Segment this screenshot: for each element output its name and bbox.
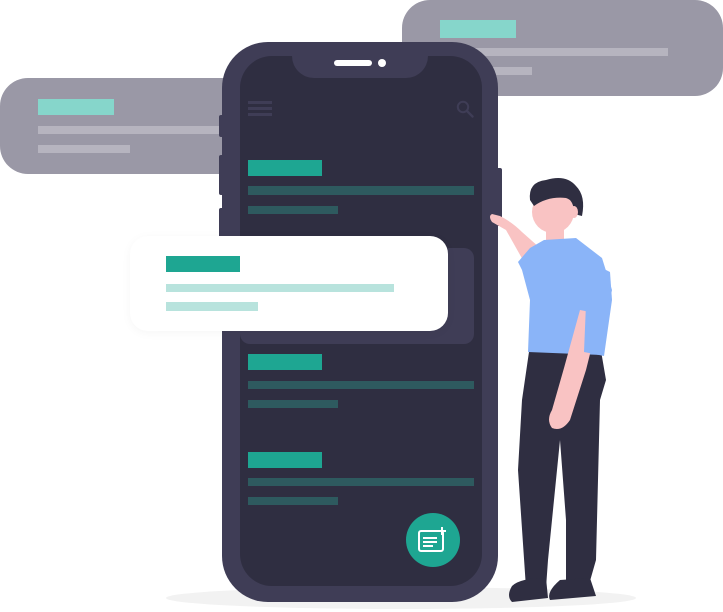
- list-item-line: [248, 186, 474, 195]
- list-item[interactable]: [248, 452, 474, 512]
- person-shoe: [509, 578, 548, 602]
- selected-list-card[interactable]: [130, 236, 448, 331]
- person-shoe: [549, 578, 596, 600]
- hamburger-menu-icon[interactable]: [248, 101, 272, 119]
- card-title-bar: [38, 99, 114, 115]
- card-line: [166, 284, 394, 292]
- list-item[interactable]: [248, 354, 474, 414]
- add-note-icon: [418, 527, 446, 552]
- card-line-short: [38, 145, 130, 153]
- person-illustration: [490, 178, 612, 602]
- list-item-line-short: [248, 400, 338, 408]
- phone-notch: [292, 44, 428, 78]
- speaker-grille: [334, 60, 372, 66]
- card-title-bar: [166, 256, 240, 272]
- list-item-title-bar: [248, 354, 322, 370]
- list-item-line: [248, 381, 474, 389]
- search-icon[interactable]: [456, 100, 474, 118]
- card-line-short: [166, 302, 258, 311]
- list-item-title-bar: [248, 452, 322, 468]
- list-item-line: [248, 478, 474, 486]
- front-camera: [378, 59, 386, 67]
- add-note-button[interactable]: [406, 513, 460, 567]
- list-item-line-short: [248, 497, 338, 505]
- card-line: [38, 126, 238, 134]
- list-item-title-bar: [248, 160, 322, 176]
- list-item-line-short: [248, 206, 338, 214]
- card-title-bar: [440, 20, 516, 38]
- list-item[interactable]: [248, 160, 474, 220]
- person-ear: [570, 206, 578, 218]
